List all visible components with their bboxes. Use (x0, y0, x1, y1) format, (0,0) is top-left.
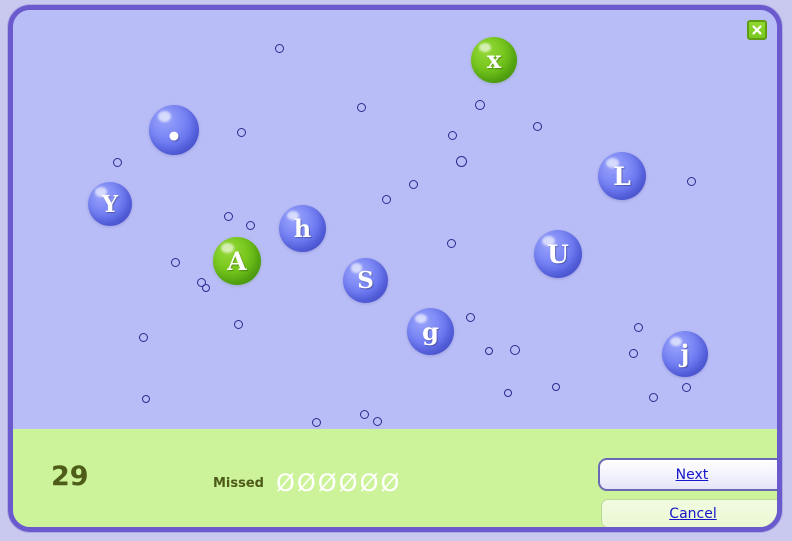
close-button[interactable] (747, 20, 767, 40)
target-ring[interactable] (682, 383, 691, 392)
bubble-L[interactable]: L (598, 152, 646, 200)
target-ring[interactable] (246, 221, 255, 230)
bubble-h[interactable]: h (279, 205, 326, 252)
bubble-letter: L (613, 161, 631, 191)
bubble-letter: j (680, 339, 690, 368)
missed-slot: Ø (380, 469, 400, 497)
bubble-letter: h (293, 213, 312, 243)
target-ring[interactable] (629, 349, 638, 358)
target-ring[interactable] (234, 320, 243, 329)
target-ring[interactable] (634, 323, 643, 332)
bubble-letter: A (227, 246, 247, 276)
missed-slot: Ø (276, 469, 295, 497)
target-ring[interactable] (224, 212, 233, 221)
target-ring[interactable] (485, 347, 493, 355)
target-ring[interactable] (510, 345, 520, 355)
target-ring[interactable] (202, 284, 210, 292)
target-ring[interactable] (237, 128, 246, 137)
target-ring[interactable] (448, 131, 457, 140)
target-ring[interactable] (373, 417, 382, 426)
play-area[interactable]: x. L Yh U A Sg j (13, 10, 777, 428)
target-ring[interactable] (275, 44, 284, 53)
cancel-rest: ancel (679, 505, 717, 522)
bubble-A[interactable]: A (213, 237, 261, 285)
target-ring[interactable] (139, 333, 148, 342)
target-ring[interactable] (456, 156, 467, 167)
bubble-U[interactable]: U (534, 230, 582, 278)
next-button-label: Next (676, 467, 709, 483)
missed-slot: Ø (296, 469, 316, 497)
cancel-button-label: Cancel (669, 506, 716, 522)
bubble-Y[interactable]: Y (88, 182, 132, 226)
close-icon (752, 25, 762, 35)
target-ring[interactable] (312, 418, 321, 427)
missed-slot: Ø (317, 469, 337, 497)
target-ring[interactable] (649, 393, 658, 402)
bubble-letter: . (165, 96, 183, 153)
cancel-button[interactable]: Cancel (601, 499, 777, 527)
target-ring[interactable] (447, 239, 456, 248)
bubble-S[interactable]: S (343, 258, 388, 303)
target-ring[interactable] (113, 158, 122, 167)
next-rest: ext (686, 466, 709, 483)
target-ring[interactable] (475, 100, 485, 110)
target-ring[interactable] (466, 313, 475, 322)
status-panel: 29 Missed ØØØØØØ Next Cancel (13, 428, 777, 527)
missed-slots: ØØØØØØ (276, 471, 399, 495)
next-mnemonic: N (675, 466, 687, 483)
target-ring[interactable] (552, 383, 560, 391)
game-window: x.LYhUASgj 29 Missed ØØØØØØ Next Cancel (8, 5, 782, 532)
target-ring[interactable] (142, 395, 150, 403)
bubble-x[interactable]: x (471, 37, 517, 83)
missed-slot: Ø (359, 469, 379, 497)
missed-slot: Ø (338, 469, 358, 497)
cancel-mnemonic: C (669, 505, 680, 522)
missed-label: Missed (213, 475, 264, 491)
bubble-g[interactable]: g (407, 308, 454, 355)
bubble-j[interactable]: j (662, 331, 708, 377)
bubble-letter: S (357, 267, 374, 294)
target-ring[interactable] (533, 122, 542, 131)
bubble-letter: U (547, 239, 569, 269)
target-ring[interactable] (360, 410, 369, 419)
target-ring[interactable] (504, 389, 512, 397)
target-ring[interactable] (687, 177, 696, 186)
bubble-letter: x (486, 45, 502, 74)
next-button[interactable]: Next (598, 458, 777, 491)
target-ring[interactable] (171, 258, 180, 267)
score-value: 29 (51, 461, 89, 492)
missed-indicator: Missed ØØØØØØ (213, 471, 399, 495)
target-ring[interactable] (357, 103, 366, 112)
bubble-letter: Y (101, 190, 119, 218)
bubble-letter: g (422, 316, 439, 346)
target-ring[interactable] (382, 195, 391, 204)
target-ring[interactable] (409, 180, 418, 189)
bubble-.[interactable]: . (149, 100, 199, 155)
